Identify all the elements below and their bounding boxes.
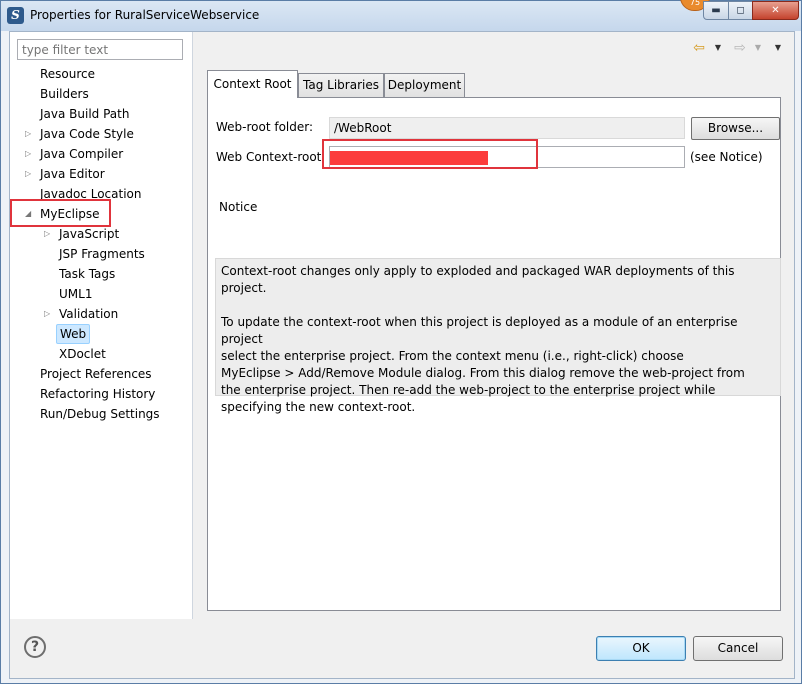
expand-twisty-icon[interactable]: ▷ [25,164,35,184]
myeclipse-annotation-box [10,199,111,227]
tree-item-task-tags[interactable]: Task Tags [59,264,115,284]
tree-item-label: Java Build Path [40,107,130,121]
forward-dropdown-icon[interactable]: ▼ [750,40,766,56]
tree-item-resource[interactable]: Resource [40,64,95,84]
arrow-back-icon[interactable]: ⇦ [691,40,707,56]
tree-item-uml1[interactable]: UML1 [59,284,92,304]
notice-heading: Notice [219,200,258,214]
arrow-forward-icon[interactable]: ⇨ [732,40,748,56]
filter-input[interactable] [17,39,183,60]
notice-line: the enterprise project. Then re-add the … [221,383,716,397]
tree-item-xdoclet[interactable]: XDoclet [59,344,106,364]
see-notice-label: (see Notice) [690,150,763,164]
window-title: Properties for RuralServiceWebservice [30,8,260,22]
notice-text-box: Context-root changes only apply to explo… [215,258,781,414]
tab-context-root[interactable]: Context Root [207,70,298,98]
tree-item-label: JavaScript [59,227,120,241]
tree-item-label: Resource [40,67,96,81]
expand-twisty-icon[interactable]: ▷ [25,124,35,144]
browse-button[interactable]: Browse... [691,117,780,140]
tree-item-label: Run/Debug Settings [40,407,160,421]
expand-twisty-icon[interactable]: ▷ [44,224,54,244]
tree-item-label: Refactoring History [40,387,156,401]
tab-deployment[interactable]: Deployment [384,73,465,97]
tree-item-project-references[interactable]: Project References [40,364,152,384]
myeclipse-app-icon: S [7,7,24,24]
notice-line: specifying the new context-root. [221,400,416,414]
tree-item-label: Java Compiler [40,147,124,161]
notice-line: MyEclipse > Add/Remove Module dialog. Fr… [221,366,745,380]
properties-dialog: S Properties for RuralServiceWebservice … [0,0,802,684]
maximize-button[interactable]: ◻ [728,1,753,20]
tree-item-label: Web [60,327,87,341]
tab-tag-libraries[interactable]: Tag Libraries [298,73,384,97]
history-nav-bar: ⇦ ▼ ⇨ ▼ ▼ [194,32,794,64]
tree-item-label: JSP Fragments [59,247,145,261]
tree-item-run-debug-settings[interactable]: Run/Debug Settings [40,404,160,424]
tree-item-label: Task Tags [59,267,116,281]
cancel-button[interactable]: Cancel [693,636,783,661]
tree-item-label: Project References [40,367,152,381]
web-root-folder-label: Web-root folder: [216,120,314,134]
tree-item-label: Builders [40,87,89,101]
back-dropdown-icon[interactable]: ▼ [710,40,726,56]
tree-item-label: UML1 [59,287,93,301]
tree-item-label: Java Code Style [40,127,134,141]
notice-paragraph-1: Context-root changes only apply to explo… [221,264,735,295]
tree-item-java-code-style[interactable]: ▷ Java Code Style [25,124,134,144]
tree-item-label: XDoclet [59,347,106,361]
context-root-annotation-box [322,139,538,169]
property-page-pane: ⇦ ▼ ⇨ ▼ ▼ Context Root Tag Libraries Dep… [194,32,794,619]
tree-item-jsp-fragments[interactable]: JSP Fragments [59,244,145,264]
tree-item-java-editor[interactable]: ▷ Java Editor [25,164,105,184]
tree-item-java-compiler[interactable]: ▷ Java Compiler [25,144,124,164]
tree-item-label: Java Editor [40,167,105,181]
close-button[interactable]: ✕ [752,1,799,20]
notice-line: To update the context-root when this pro… [221,315,738,346]
tree-item-label: Validation [59,307,119,321]
view-menu-icon[interactable]: ▼ [770,40,786,56]
tree-item-java-build-path[interactable]: Java Build Path [40,104,129,124]
notice-line: select the enterprise project. From the … [221,349,684,363]
tree-item-builders[interactable]: Builders [40,84,89,104]
dialog-client-area: Resource Builders Java Build Path ▷ Java … [9,31,795,679]
notice-spacer [221,297,775,314]
context-root-panel: Web-root folder: /WebRoot Browse... Web … [207,97,781,611]
ok-button[interactable]: OK [596,636,686,661]
title-bar[interactable]: S Properties for RuralServiceWebservice … [1,0,801,31]
tree-item-web[interactable]: Web [56,324,91,344]
web-root-folder-field: /WebRoot [329,117,685,139]
tree-item-validation[interactable]: ▷ Validation [44,304,119,324]
tree-item-javascript[interactable]: ▷ JavaScript [44,224,120,244]
help-icon[interactable]: ? [24,636,46,658]
minimize-button[interactable]: ▬ [703,1,729,20]
web-context-root-label: Web Context-root [216,150,322,164]
preference-tree-pane: Resource Builders Java Build Path ▷ Java … [10,32,193,619]
expand-twisty-icon[interactable]: ▷ [25,144,35,164]
tree-item-refactoring-history[interactable]: Refactoring History [40,384,155,404]
expand-twisty-icon[interactable]: ▷ [44,304,54,324]
